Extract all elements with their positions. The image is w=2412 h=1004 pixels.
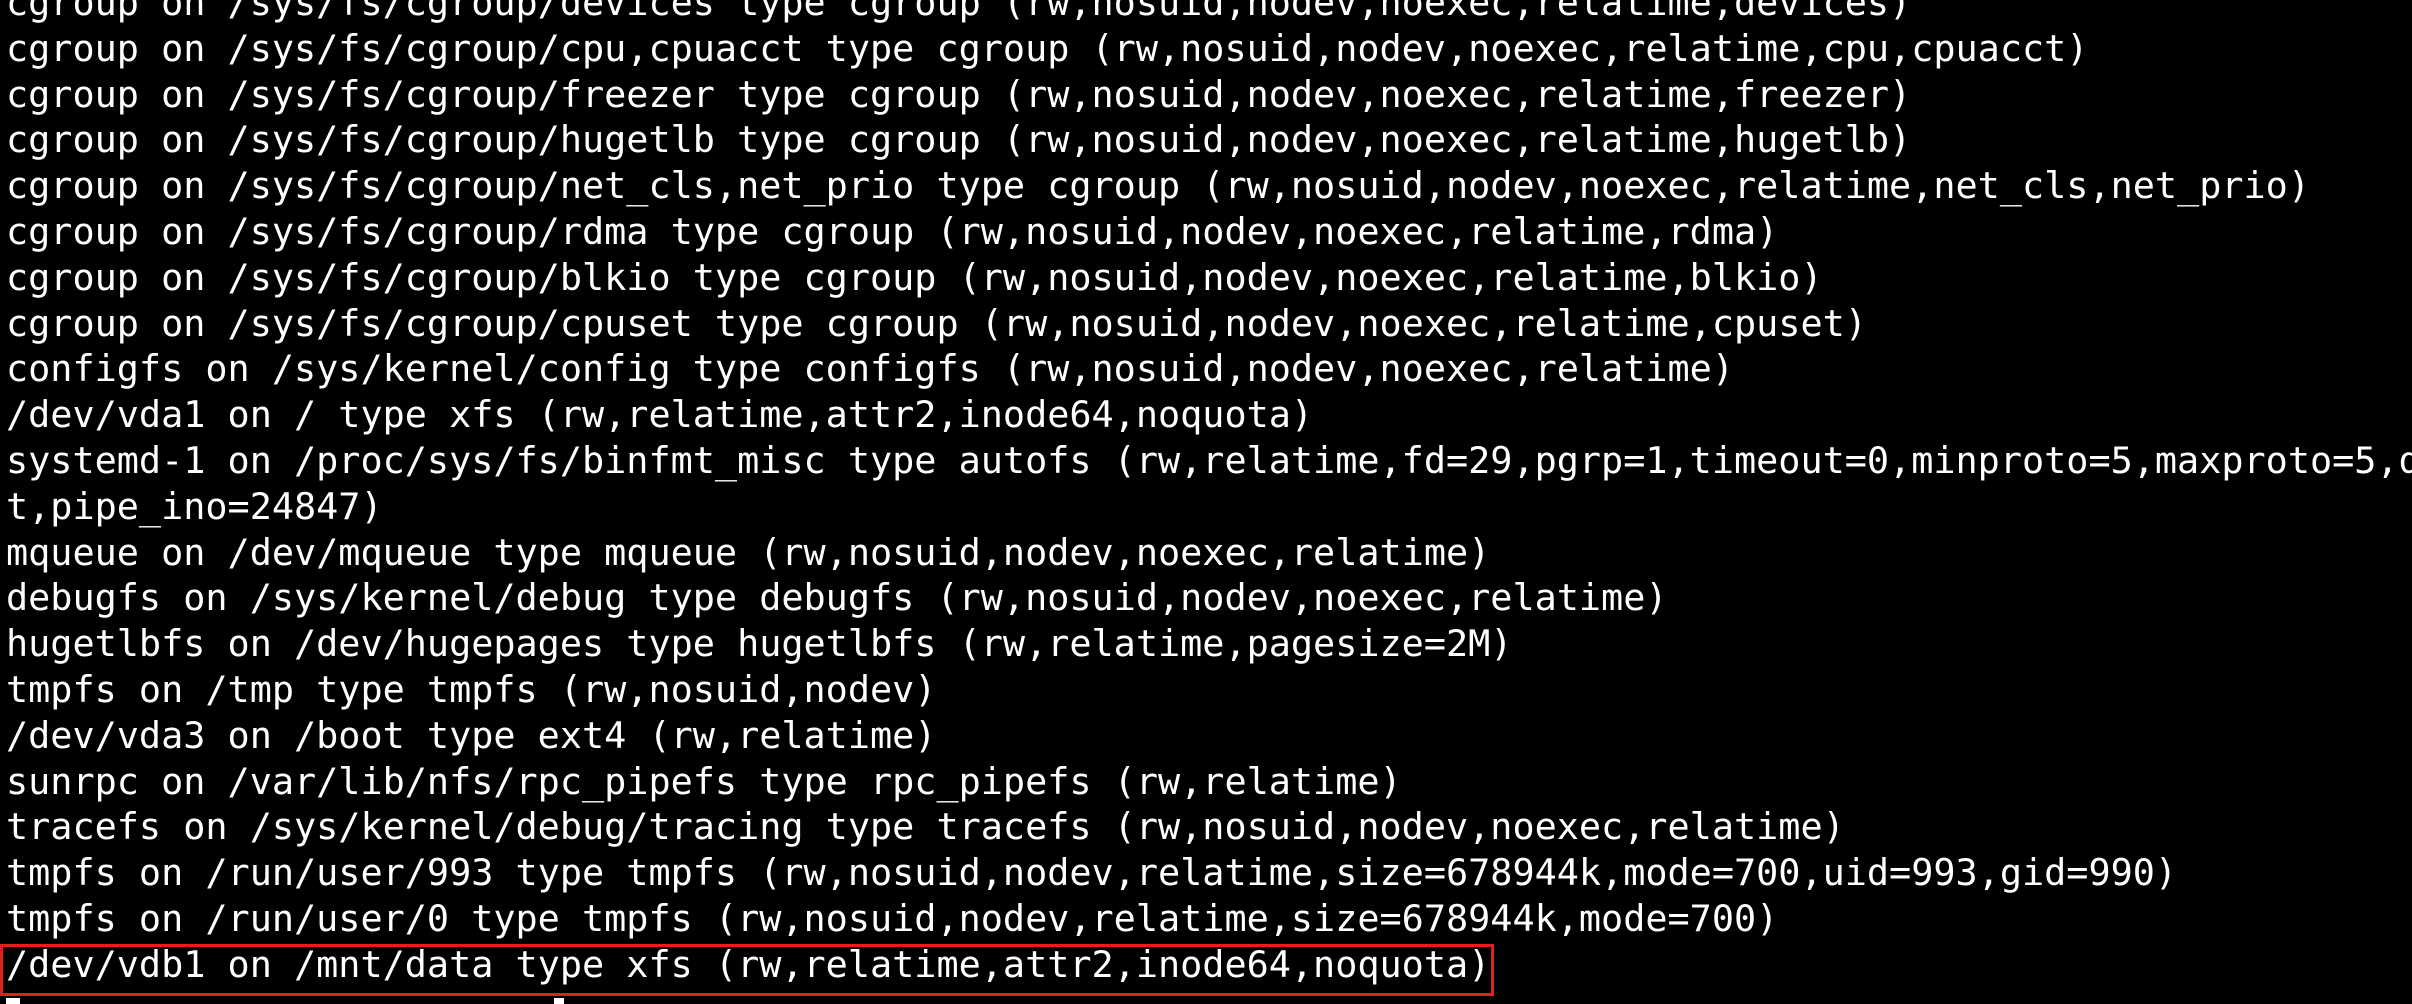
terminal-line: configfs on /sys/kernel/config type conf… (6, 347, 1734, 391)
terminal-line: systemd-1 on /proc/sys/fs/binfmt_misc ty… (6, 438, 2412, 482)
terminal-line: tmpfs on /run/user/993 type tmpfs (rw,no… (6, 851, 2178, 895)
terminal-line: /dev/vda3 on /boot type ext4 (rw,relatim… (6, 713, 937, 757)
terminal-line-highlighted: /dev/vdb1 on /mnt/data type xfs (rw,rela… (6, 942, 1491, 986)
terminal-line: cgroup on /sys/fs/cgroup/devices type cg… (6, 0, 1912, 24)
terminal-line-wrapped: t,pipe_ino=24847) (6, 484, 383, 528)
terminal-line: tmpfs on /tmp type tmpfs (rw,nosuid,node… (6, 667, 937, 711)
terminal-line: cgroup on /sys/fs/cgroup/rdma type cgrou… (6, 209, 1779, 253)
terminal-line: mqueue on /dev/mqueue type mqueue (rw,no… (6, 530, 1491, 574)
terminal-line: hugetlbfs on /dev/hugepages type hugetlb… (6, 622, 1513, 666)
terminal-window[interactable]: cgroup on /sys/fs/cgroup/devices type cg… (0, 0, 2412, 1004)
terminal-line: cgroup on /sys/fs/cgroup/freezer type cg… (6, 72, 1912, 116)
prompt-bracket-glyph (6, 998, 20, 1004)
terminal-line: /dev/vda1 on / type xfs (rw,relatime,att… (6, 393, 1314, 437)
terminal-output: cgroup on /sys/fs/cgroup/devices type cg… (6, 0, 2412, 988)
prompt-bracket-glyph (554, 998, 564, 1004)
terminal-line: debugfs on /sys/kernel/debug type debugf… (6, 576, 1668, 620)
terminal-line: cgroup on /sys/fs/cgroup/hugetlb type cg… (6, 118, 1912, 162)
terminal-line: tracefs on /sys/kernel/debug/tracing typ… (6, 805, 1845, 849)
terminal-line: cgroup on /sys/fs/cgroup/cpu,cpuacct typ… (6, 26, 2089, 70)
terminal-line: cgroup on /sys/fs/cgroup/cpuset type cgr… (6, 301, 1867, 345)
terminal-line: cgroup on /sys/fs/cgroup/net_cls,net_pri… (6, 164, 2310, 208)
terminal-line: cgroup on /sys/fs/cgroup/blkio type cgro… (6, 255, 1823, 299)
terminal-line: sunrpc on /var/lib/nfs/rpc_pipefs type r… (6, 759, 1402, 803)
terminal-line: tmpfs on /run/user/0 type tmpfs (rw,nosu… (6, 896, 1779, 940)
next-prompt-fragment (6, 998, 566, 1004)
